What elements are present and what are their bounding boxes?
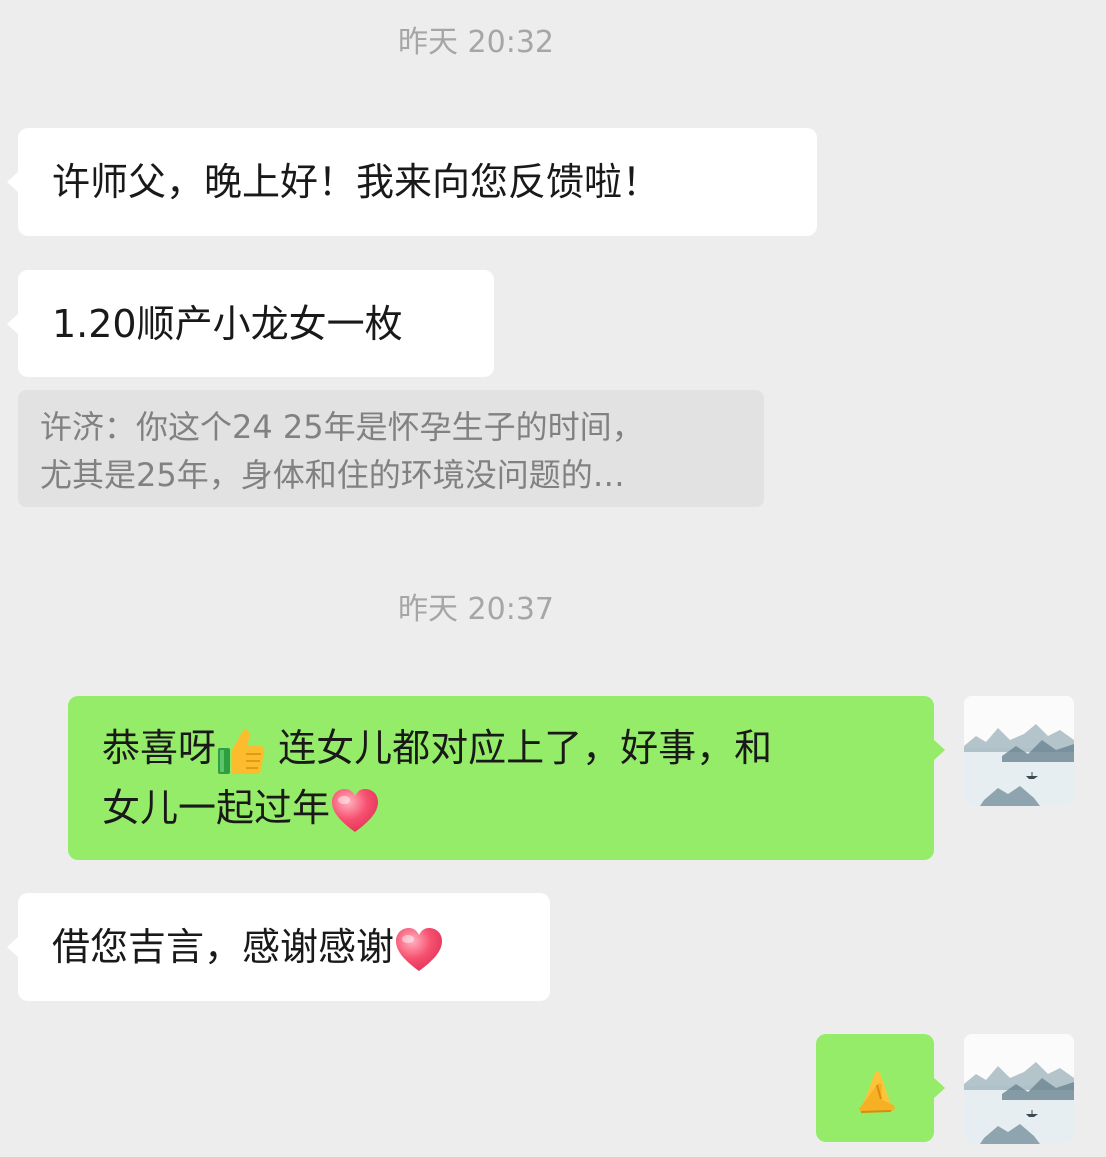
timestamp: 昨天 20:32 [398,25,554,60]
message-line: 恭喜呀 连女儿都对应上了，好事，和 [102,718,900,778]
heart-emoji [330,788,380,834]
quote-line: 尤其是25年，身体和住的环境没问题的… [40,456,625,494]
bubble-tail [7,936,19,958]
bubble-tail [933,739,945,761]
user-avatar[interactable] [964,1034,1074,1144]
message-bubble[interactable] [816,1034,945,1142]
quoted-message[interactable]: 许济：你这个24 25年是怀孕生子的时间， 尤其是25年，身体和住的环境没问题的… [18,390,764,507]
message-bubble[interactable]: 许师父，晚上好！我来向您反馈啦！ [7,128,817,236]
message-bubble[interactable]: 借您吉言，感谢感谢 [7,893,550,1001]
bubble-tail [933,1077,945,1099]
message-text: 恭喜呀 [102,726,217,770]
message-bubble[interactable]: 1.20顺产小龙女一枚 [7,270,494,377]
folded-hands-emoji [850,1065,902,1115]
thumbs-up-emoji [216,726,266,776]
bubble-tail [7,313,19,335]
message-line: 女儿一起过年 [102,778,900,838]
message-text: 1.20顺产小龙女一枚 [52,302,403,346]
message-bubble[interactable]: 恭喜呀 连女儿都对应上了，好事，和 女儿一起过年 [68,696,945,860]
quote-line: 许济：你这个24 25年是怀孕生子的时间， [40,408,644,446]
landscape-avatar-icon [964,696,1074,806]
message-text: 借您吉言，感谢感谢 [52,925,395,969]
message-text: 连女儿都对应上了，好事，和 [266,726,773,770]
user-avatar[interactable] [964,696,1074,806]
timestamp: 昨天 20:37 [398,592,554,627]
message-text: 许师父，晚上好！我来向您反馈啦！ [52,160,661,204]
heart-emoji [394,927,444,973]
landscape-avatar-icon [964,1034,1074,1144]
message-text: 女儿一起过年 [102,786,331,830]
bubble-tail [7,171,19,193]
